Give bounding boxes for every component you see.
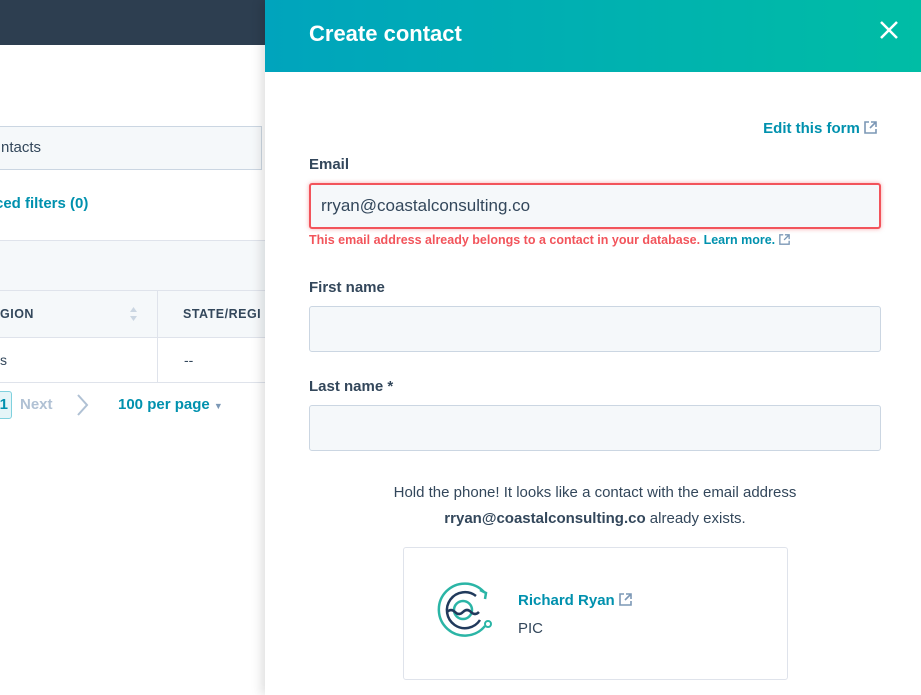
page-1-button[interactable]: 1 — [0, 391, 12, 419]
table-header: GION STATE/REGI — [0, 290, 265, 338]
advanced-filters-link[interactable]: ced filters (0) — [0, 195, 88, 212]
top-nav-bar — [0, 0, 265, 45]
caret-down-icon: ▼ — [213, 401, 223, 411]
panel-header: Create contact — [265, 0, 921, 72]
first-name-label: First name — [309, 279, 385, 296]
email-label: Email — [309, 156, 350, 173]
contact-name: Richard Ryan — [518, 592, 615, 609]
duplicate-email: rryan@coastalconsulting.co — [444, 510, 646, 527]
external-link-icon — [778, 234, 790, 245]
contact-company: PIC — [518, 620, 544, 637]
first-name-input[interactable] — [309, 306, 881, 352]
sort-icon[interactable] — [129, 306, 138, 322]
cell-state: -- — [184, 352, 194, 368]
per-page-dropdown[interactable]: 100 per page ▼ — [118, 396, 223, 413]
edit-form-link[interactable]: Edit this form — [763, 120, 877, 137]
pagination: 1 Next 100 per page ▼ — [0, 391, 265, 419]
duplicate-message: Hold the phone! It looks like a contact … — [309, 480, 881, 532]
per-page-label: 100 per page — [118, 396, 210, 413]
company-logo-icon — [437, 582, 492, 637]
table-row: s -- — [0, 338, 265, 383]
panel-title: Create contact — [309, 21, 462, 46]
last-name-input[interactable] — [309, 405, 881, 451]
error-text: This email address already belongs to a … — [309, 233, 701, 247]
contact-name-link[interactable]: Richard Ryan — [518, 592, 632, 609]
external-link-icon — [619, 593, 632, 606]
chevron-right-icon[interactable] — [76, 394, 90, 416]
existing-contact-card: Richard Ryan PIC — [403, 547, 788, 680]
cell-region: s — [0, 352, 7, 368]
view-tab[interactable]: ntacts — [0, 126, 262, 170]
duplicate-message-line: Hold the phone! It looks like a contact … — [393, 484, 797, 501]
close-icon[interactable] — [877, 18, 901, 42]
external-link-icon — [864, 121, 877, 134]
last-name-label: Last name * — [309, 378, 394, 395]
edit-form-label: Edit this form — [763, 120, 860, 137]
email-input[interactable] — [309, 183, 881, 229]
view-tab-label: ntacts — [1, 139, 42, 156]
column-header-state[interactable]: STATE/REGI — [183, 307, 261, 321]
learn-more-link[interactable]: Learn more. — [704, 233, 776, 247]
create-contact-panel: Create contact Edit this form Email This… — [265, 0, 921, 695]
next-button[interactable]: Next — [20, 396, 53, 413]
column-header-region[interactable]: GION — [0, 307, 34, 321]
contacts-background: ntacts ced filters (0) GION STATE/REGI s… — [0, 0, 265, 695]
table-toolbar — [0, 240, 265, 290]
email-error: This email address already belongs to a … — [309, 233, 790, 247]
duplicate-suffix: already exists. — [645, 510, 746, 527]
